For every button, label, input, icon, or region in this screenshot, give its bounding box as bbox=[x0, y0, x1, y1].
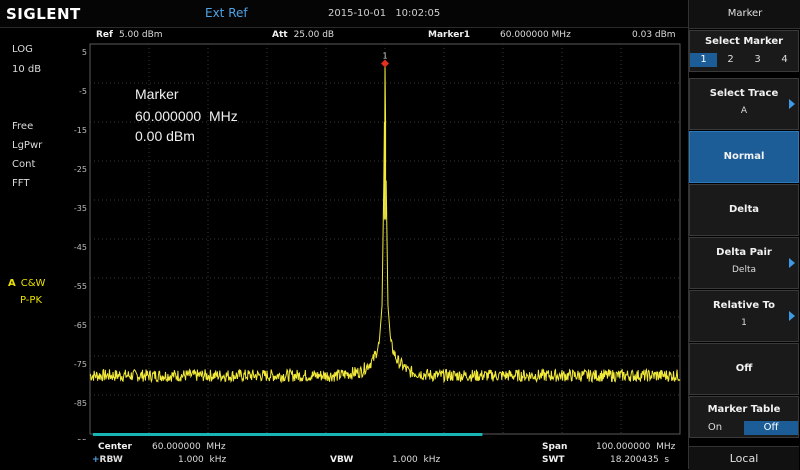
bottom-status: Center 60.000000 MHz Span 100.000000 MHz… bbox=[90, 440, 688, 469]
center-label: Center bbox=[98, 442, 132, 452]
center-value[interactable]: 60.000000 MHz bbox=[152, 442, 226, 452]
y-tick-labels: 5 -5 -15 -25 -35 -45 -55 -65 -75 -85 -95 bbox=[74, 48, 87, 440]
marker-option-2[interactable]: 2 bbox=[717, 53, 744, 67]
marker-table-toggle[interactable]: On Off bbox=[690, 421, 800, 435]
delta-label: Delta bbox=[728, 204, 760, 215]
span-indicator-bar bbox=[93, 433, 483, 436]
marker-readout-title: Marker bbox=[135, 86, 179, 102]
marker-table-on[interactable]: On bbox=[690, 421, 740, 435]
y-tick-label: -95 bbox=[74, 438, 87, 440]
spectrum-plot[interactable]: 5-5-15-25-35-45-55-65-75-85-95 1 Marker … bbox=[0, 0, 690, 440]
y-tick-label: -45 bbox=[74, 243, 87, 252]
marker-readout-freq: 60.000000 MHz bbox=[135, 108, 238, 124]
relative-to-label: Relative To bbox=[712, 300, 775, 311]
marker-readout-amp: 0.00 dBm bbox=[135, 128, 195, 144]
marker-option-3[interactable]: 3 bbox=[744, 53, 771, 67]
y-tick-label: -35 bbox=[74, 204, 87, 213]
marker-number-selector[interactable]: 1 2 3 4 bbox=[690, 53, 800, 67]
rbw-value[interactable]: 1.000 kHz bbox=[178, 455, 226, 465]
span-value[interactable]: 100.000000 MHz bbox=[596, 442, 675, 452]
marker-1-label: 1 bbox=[382, 52, 387, 61]
vbw-value[interactable]: 1.000 kHz bbox=[392, 455, 440, 465]
select-trace-value: A bbox=[740, 106, 748, 116]
rbw-auto-icon: + bbox=[92, 455, 100, 465]
local-button[interactable]: Local bbox=[689, 446, 799, 470]
vbw-label: VBW bbox=[330, 455, 354, 465]
relative-to-value: 1 bbox=[741, 318, 747, 328]
marker-table-key[interactable]: Marker Table On Off bbox=[689, 396, 799, 438]
marker-table-label: Marker Table bbox=[707, 404, 781, 415]
y-tick-label: -25 bbox=[74, 165, 87, 174]
marker-option-4[interactable]: 4 bbox=[771, 53, 798, 67]
y-tick-label: -15 bbox=[74, 126, 87, 135]
span-label: Span bbox=[542, 442, 568, 452]
marker-table-off[interactable]: Off bbox=[744, 421, 798, 435]
off-label: Off bbox=[735, 363, 753, 374]
off-key[interactable]: Off bbox=[689, 343, 799, 395]
swt-value[interactable]: 18.200435 s bbox=[610, 455, 669, 465]
marker-option-1[interactable]: 1 bbox=[690, 53, 717, 67]
select-trace-label: Select Trace bbox=[709, 88, 779, 99]
submenu-arrow-icon bbox=[789, 99, 795, 109]
relative-to-key[interactable]: Relative To 1 bbox=[689, 290, 799, 342]
marker-softkey-menu: Marker Select Marker 1 2 3 4 Select Trac… bbox=[688, 0, 800, 470]
y-tick-label: -5 bbox=[79, 87, 87, 96]
menu-title: Marker bbox=[689, 0, 800, 29]
select-marker-key[interactable]: Select Marker 1 2 3 4 bbox=[689, 30, 799, 72]
y-tick-label: -55 bbox=[74, 282, 87, 291]
normal-key[interactable]: Normal bbox=[689, 131, 799, 183]
select-trace-key[interactable]: Select Trace A bbox=[689, 78, 799, 130]
y-tick-label: -85 bbox=[74, 399, 87, 408]
normal-label: Normal bbox=[723, 151, 765, 162]
delta-pair-label: Delta Pair bbox=[716, 247, 772, 258]
delta-pair-key[interactable]: Delta Pair Delta bbox=[689, 237, 799, 289]
select-marker-label: Select Marker bbox=[704, 36, 784, 47]
delta-key[interactable]: Delta bbox=[689, 184, 799, 236]
swt-label: SWT bbox=[542, 455, 565, 465]
submenu-arrow-icon bbox=[789, 258, 795, 268]
rbw-label: +RBW bbox=[92, 455, 123, 465]
y-tick-label: -65 bbox=[74, 321, 87, 330]
y-tick-label: 5 bbox=[82, 48, 87, 57]
submenu-arrow-icon bbox=[789, 311, 795, 321]
y-tick-label: -75 bbox=[74, 360, 87, 369]
delta-pair-value: Delta bbox=[731, 265, 756, 275]
